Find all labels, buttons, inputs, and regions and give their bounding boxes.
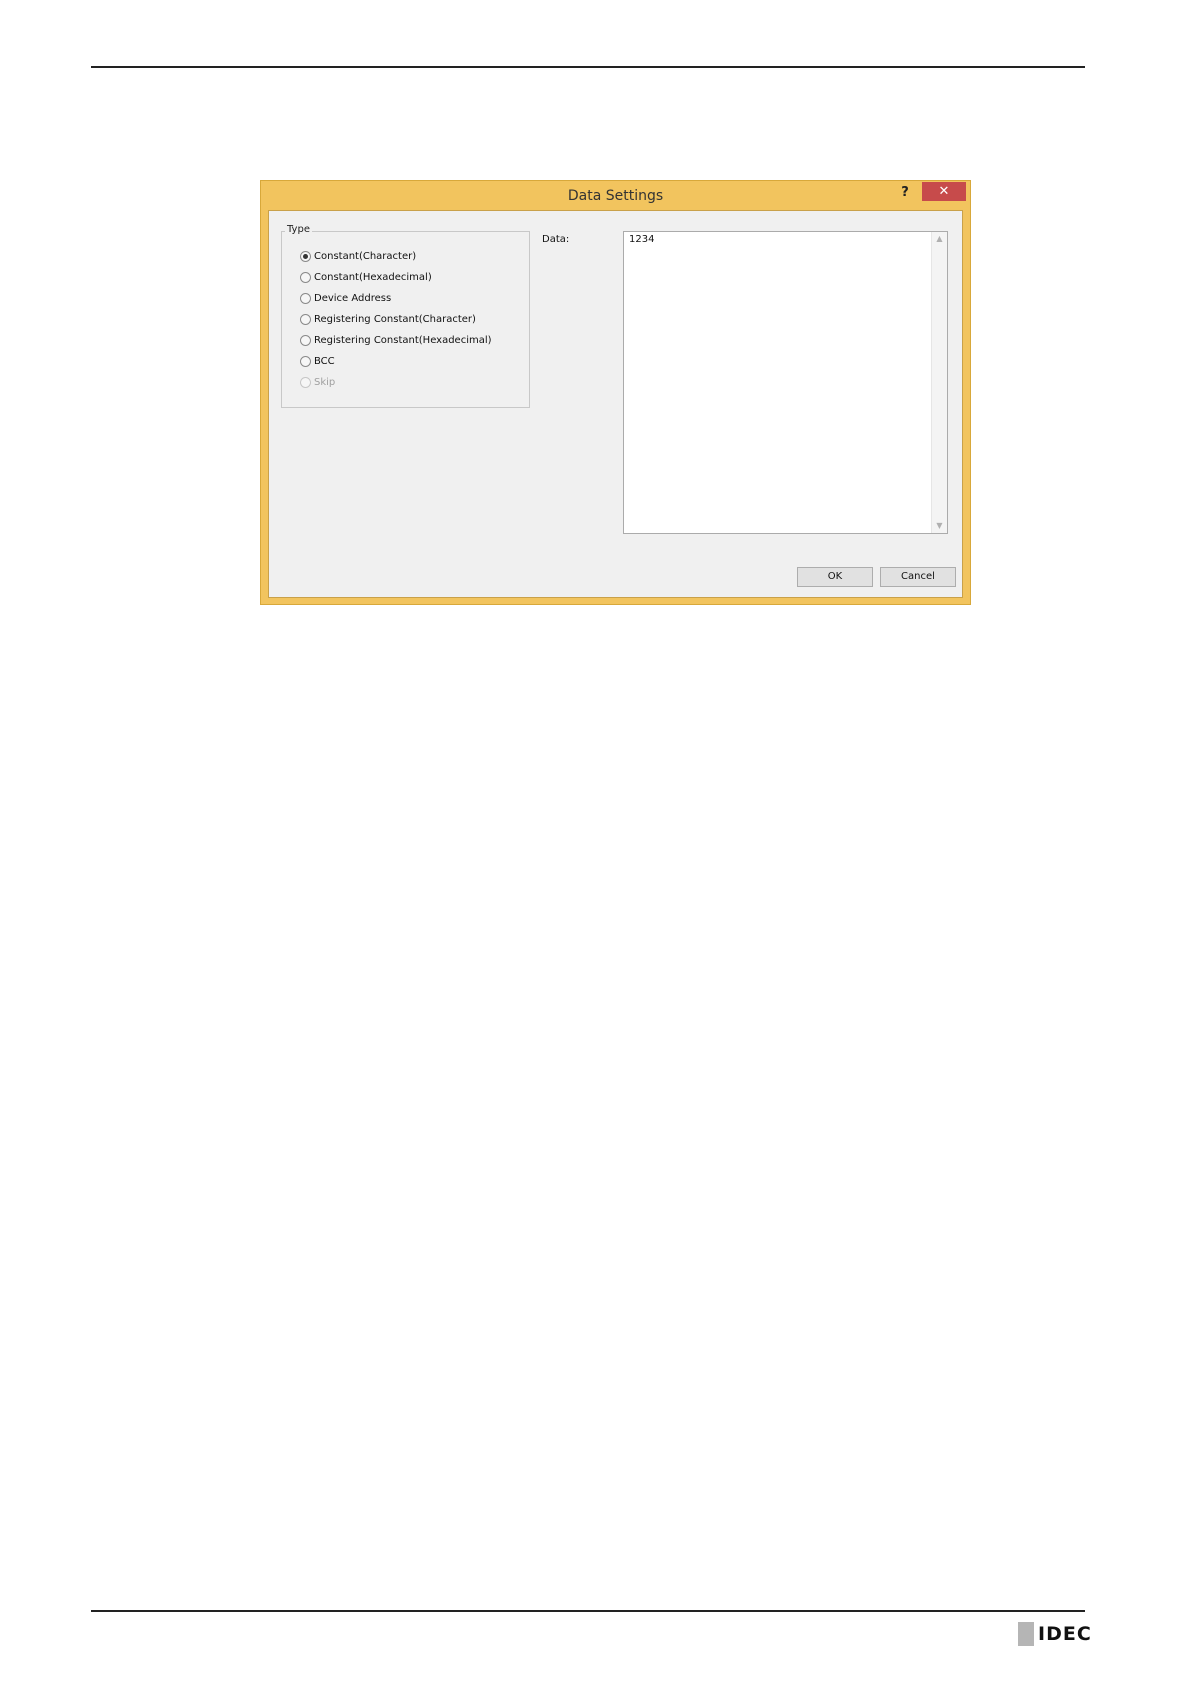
radio-label: Constant(Hexadecimal) bbox=[314, 271, 432, 283]
radio-label: Constant(Character) bbox=[314, 250, 417, 262]
data-textbox[interactable]: 1234 ▲ ▼ bbox=[623, 231, 948, 534]
ok-button[interactable]: OK bbox=[797, 567, 873, 587]
radio-device-address[interactable]: Device Address bbox=[300, 290, 391, 306]
scroll-up-icon[interactable]: ▲ bbox=[932, 232, 947, 246]
type-group-label: Type bbox=[285, 224, 312, 235]
radio-label: Device Address bbox=[314, 292, 392, 304]
radio-label: BCC bbox=[314, 355, 335, 367]
radio-bcc[interactable]: BCC bbox=[300, 353, 335, 369]
radio-checked-icon bbox=[300, 250, 311, 262]
type-groupbox: Type Constant(Character) Constant(Hexade… bbox=[281, 224, 530, 408]
scroll-down-icon[interactable]: ▼ bbox=[932, 519, 947, 533]
radio-unchecked-icon bbox=[300, 334, 311, 346]
radio-unchecked-icon bbox=[300, 292, 311, 304]
radio-constant-hexadecimal[interactable]: Constant(Hexadecimal) bbox=[300, 269, 432, 285]
radio-unchecked-icon bbox=[300, 271, 311, 283]
manual-page: Data Settings ? ✕ Type Constant(Characte… bbox=[0, 0, 1191, 1684]
data-label: Data: bbox=[542, 234, 570, 245]
logo-wordmark: IDEC bbox=[1038, 1623, 1092, 1645]
radio-disabled-icon bbox=[300, 376, 311, 388]
help-button[interactable]: ? bbox=[896, 184, 914, 202]
dialog-client-area: Type Constant(Character) Constant(Hexade… bbox=[268, 210, 963, 598]
title-bar[interactable]: Data Settings ? ✕ bbox=[261, 181, 970, 210]
data-value: 1234 bbox=[629, 234, 655, 245]
radio-label: Registering Constant(Hexadecimal) bbox=[314, 334, 492, 346]
dialog-title: Data Settings bbox=[567, 188, 664, 204]
close-button[interactable]: ✕ bbox=[922, 182, 966, 201]
header-rule bbox=[91, 66, 1085, 68]
vertical-scrollbar[interactable]: ▲ ▼ bbox=[931, 232, 947, 533]
footer-rule bbox=[91, 1610, 1085, 1612]
radio-unchecked-icon bbox=[300, 355, 311, 367]
radio-registering-constant-hexadecimal[interactable]: Registering Constant(Hexadecimal) bbox=[300, 332, 492, 348]
radio-constant-character[interactable]: Constant(Character) bbox=[300, 248, 416, 264]
logo-bar-icon bbox=[1018, 1622, 1034, 1646]
radio-unchecked-icon bbox=[300, 313, 311, 325]
radio-skip: Skip bbox=[300, 374, 335, 390]
data-settings-dialog: Data Settings ? ✕ Type Constant(Characte… bbox=[260, 180, 971, 605]
radio-label: Skip bbox=[314, 376, 336, 388]
close-icon: ✕ bbox=[938, 184, 950, 199]
radio-registering-constant-character[interactable]: Registering Constant(Character) bbox=[300, 311, 476, 327]
idec-logo: IDEC bbox=[1018, 1622, 1092, 1646]
radio-label: Registering Constant(Character) bbox=[314, 313, 476, 325]
cancel-button[interactable]: Cancel bbox=[880, 567, 956, 587]
